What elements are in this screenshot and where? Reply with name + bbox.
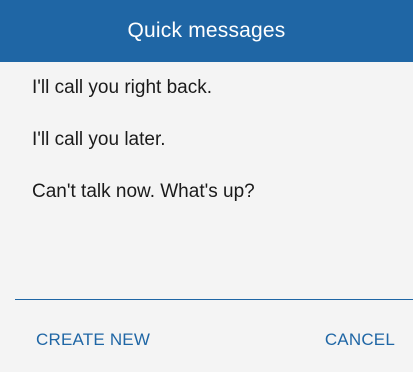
quick-messages-dialog: Quick messages I'll call you right back.… [0,0,413,372]
quick-message-list: I'll call you right back. I'll call you … [0,62,413,218]
quick-message-item[interactable]: I'll call you later. [0,114,413,166]
quick-message-item[interactable]: I'll call you right back. [0,62,413,114]
quick-message-label: I'll call you right back. [32,77,212,98]
quick-message-label: I'll call you later. [32,129,166,150]
quick-message-item[interactable]: Can't talk now. What's up? [0,166,413,218]
cancel-button[interactable]: CANCEL [325,325,395,355]
dialog-title-bar: Quick messages [0,0,413,62]
quick-message-label: Can't talk now. What's up? [32,181,255,202]
create-new-button[interactable]: CREATE NEW [36,325,150,355]
actions-divider [15,299,413,300]
dialog-title: Quick messages [127,19,286,42]
